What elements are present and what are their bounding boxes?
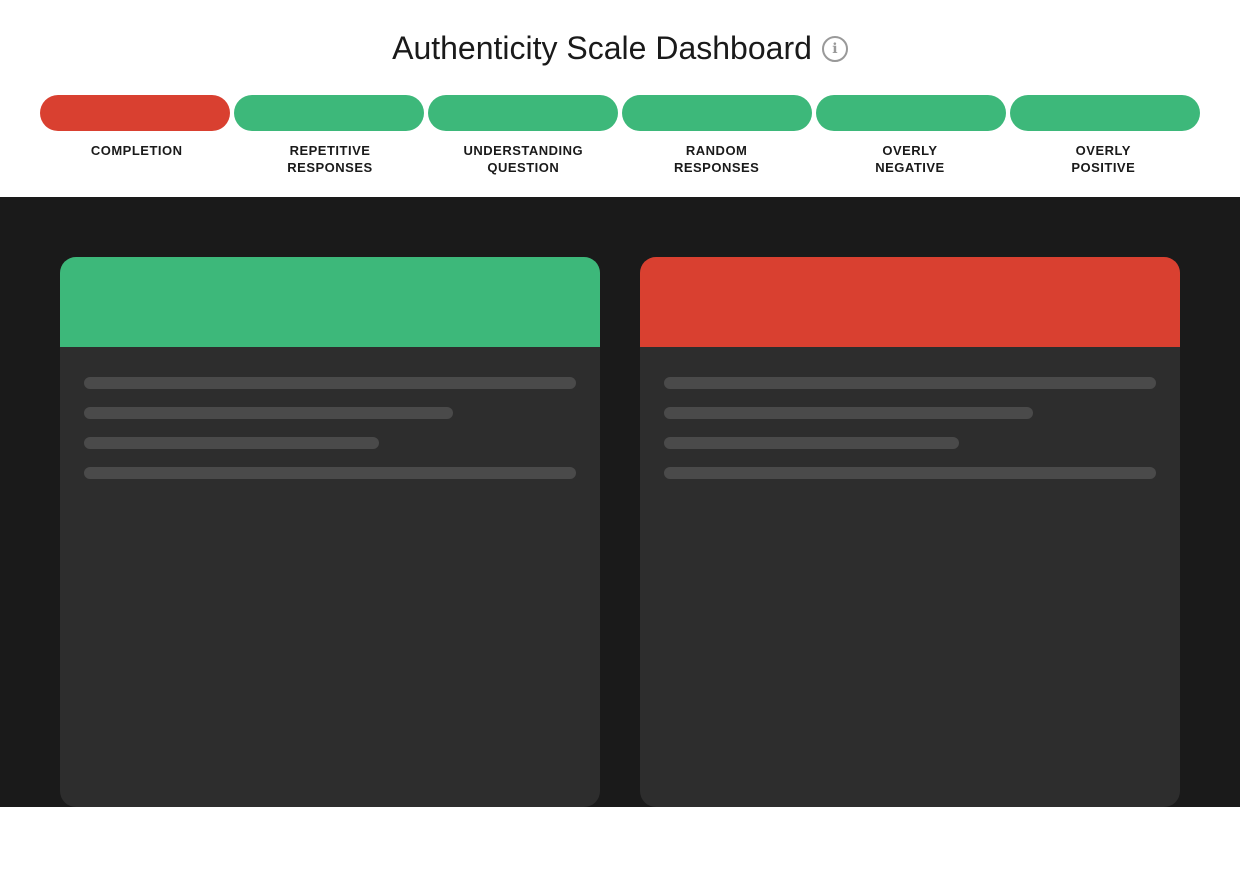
title-row: Authenticity Scale Dashboard ℹ [20, 30, 1220, 67]
skeleton-line [84, 437, 379, 449]
scale-segment-understanding [428, 95, 618, 131]
scale-segment-completion [40, 95, 230, 131]
label-understanding: UNDERSTANDING QUESTION [427, 143, 620, 177]
skeleton-line [84, 407, 453, 419]
page-title: Authenticity Scale Dashboard [392, 30, 812, 67]
card-red-body [640, 347, 1180, 509]
card-green [60, 257, 600, 807]
scale-segment-overly-positive [1010, 95, 1200, 131]
bottom-section [0, 197, 1240, 807]
scale-segment-random [622, 95, 812, 131]
label-completion: COMPLETION [40, 143, 233, 177]
label-random: RANDOM RESPONSES [620, 143, 813, 177]
scale-bar [40, 95, 1200, 131]
top-section: Authenticity Scale Dashboard ℹ COMPLETIO… [0, 0, 1240, 197]
label-overly-positive: OVERLY POSITIVE [1007, 143, 1200, 177]
card-red [640, 257, 1180, 807]
label-repetitive: REPETITIVE RESPONSES [233, 143, 426, 177]
scale-labels: COMPLETION REPETITIVE RESPONSES UNDERSTA… [40, 143, 1200, 177]
info-icon[interactable]: ℹ [822, 36, 848, 62]
scale-segment-overly-negative [816, 95, 1006, 131]
skeleton-line [664, 377, 1156, 389]
skeleton-line [664, 407, 1033, 419]
scale-segment-repetitive [234, 95, 424, 131]
skeleton-line [664, 467, 1156, 479]
card-red-header [640, 257, 1180, 347]
card-green-header [60, 257, 600, 347]
skeleton-line [664, 437, 959, 449]
skeleton-line [84, 467, 576, 479]
skeleton-line [84, 377, 576, 389]
label-overly-negative: OVERLY NEGATIVE [813, 143, 1006, 177]
card-green-body [60, 347, 600, 509]
